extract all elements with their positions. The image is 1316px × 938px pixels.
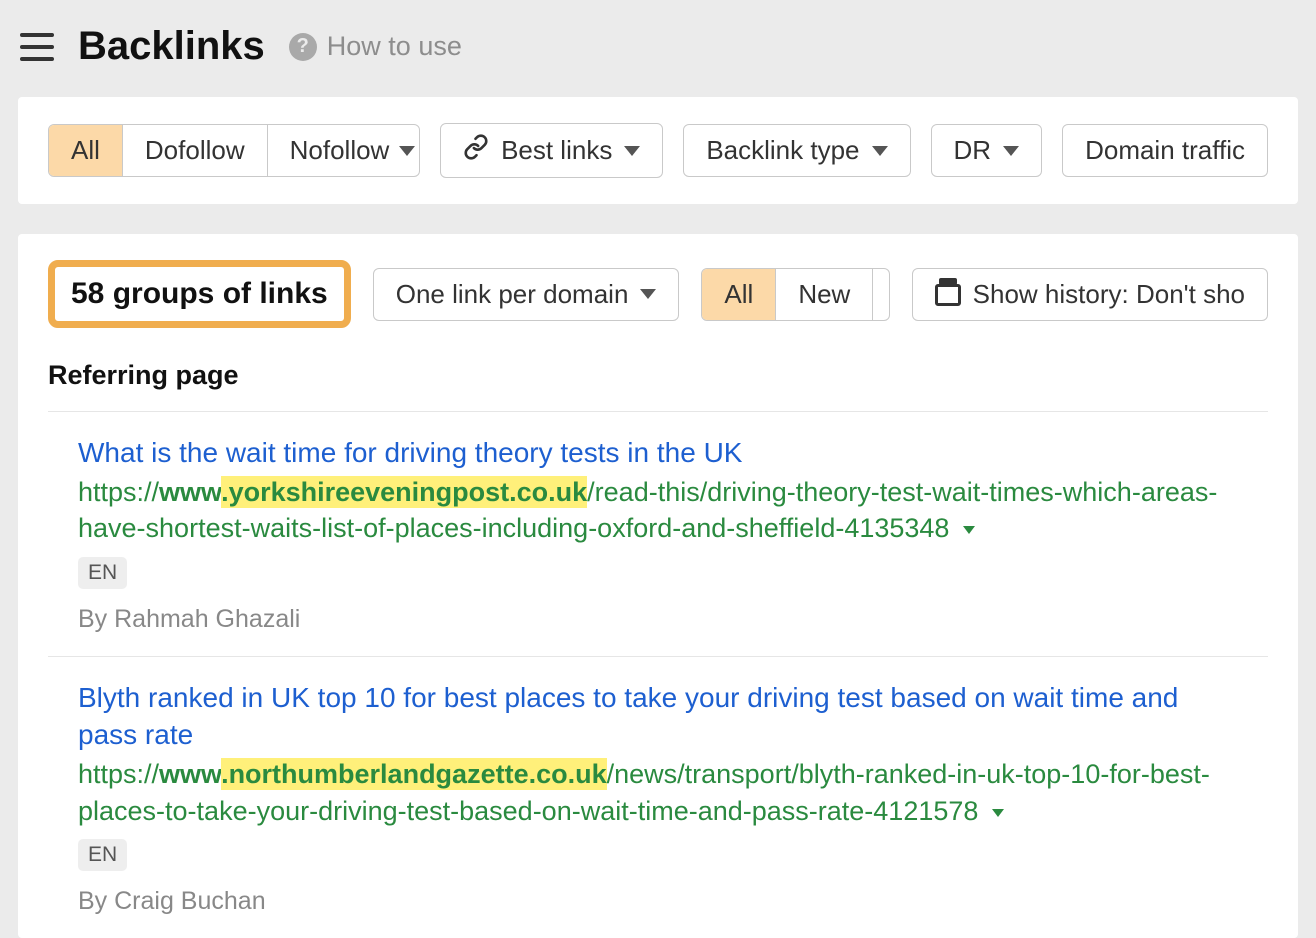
results-toolbar: 58 groups of links One link per domain A… — [18, 234, 1298, 346]
follow-segment: All Dofollow Nofollow — [48, 124, 420, 177]
referring-page-title[interactable]: What is the wait time for driving theory… — [78, 434, 1238, 472]
backlink-type-filter[interactable]: Backlink type — [683, 124, 910, 177]
results-card: 58 groups of links One link per domain A… — [18, 234, 1298, 938]
status-lost-tab[interactable]: Lost — [872, 269, 889, 320]
referring-page-title[interactable]: Blyth ranked in UK top 10 for best place… — [78, 679, 1238, 755]
chevron-down-icon — [992, 809, 1004, 817]
best-links-label: Best links — [501, 135, 612, 166]
follow-all-tab[interactable]: All — [49, 125, 122, 176]
chevron-down-icon — [399, 146, 415, 156]
follow-nofollow-label: Nofollow — [290, 135, 390, 166]
column-header-referring-page: Referring page — [18, 346, 1298, 411]
referring-page-url[interactable]: https://www.northumberlandgazette.co.uk/… — [78, 756, 1238, 829]
table-row: What is the wait time for driving theory… — [48, 411, 1268, 656]
domain-traffic-label: Domain traffic — [1085, 135, 1245, 166]
follow-nofollow-tab[interactable]: Nofollow — [267, 125, 420, 176]
backlink-type-label: Backlink type — [706, 135, 859, 166]
dr-label: DR — [954, 135, 992, 166]
help-icon: ? — [289, 33, 317, 61]
status-new-tab[interactable]: New — [775, 269, 872, 320]
table-row: Blyth ranked in UK top 10 for best place… — [48, 656, 1268, 938]
status-segment: All New Lost — [701, 268, 889, 321]
group-count-badge: 58 groups of links — [48, 260, 351, 328]
page-header: Backlinks ? How to use — [0, 0, 1316, 97]
chevron-down-icon — [624, 146, 640, 156]
show-history-select[interactable]: Show history: Don't sho — [912, 268, 1268, 321]
chevron-down-icon — [640, 289, 656, 299]
link-icon — [463, 134, 489, 167]
how-to-use-label: How to use — [327, 31, 462, 62]
language-badge: EN — [78, 839, 127, 871]
author-byline: By Rahmah Ghazali — [78, 605, 1238, 634]
group-mode-label: One link per domain — [396, 279, 629, 310]
status-all-tab[interactable]: All — [702, 269, 775, 320]
chevron-down-icon — [872, 146, 888, 156]
best-links-filter[interactable]: Best links — [440, 123, 663, 178]
how-to-use-link[interactable]: ? How to use — [289, 31, 462, 62]
show-history-label: Show history: Don't sho — [973, 279, 1245, 310]
filter-toolbar: All Dofollow Nofollow Best links Backlin… — [18, 97, 1298, 204]
author-byline: By Craig Buchan — [78, 887, 1238, 916]
chevron-down-icon — [1003, 146, 1019, 156]
dr-filter[interactable]: DR — [931, 124, 1043, 177]
referring-page-url[interactable]: https://www.yorkshireeveningpost.co.uk/r… — [78, 474, 1238, 547]
language-badge: EN — [78, 557, 127, 589]
menu-icon[interactable] — [20, 33, 54, 61]
follow-dofollow-tab[interactable]: Dofollow — [122, 125, 267, 176]
calendar-icon — [935, 282, 961, 306]
chevron-down-icon — [963, 526, 975, 534]
group-mode-select[interactable]: One link per domain — [373, 268, 680, 321]
page-title: Backlinks — [78, 24, 265, 69]
domain-traffic-filter[interactable]: Domain traffic — [1062, 124, 1268, 177]
